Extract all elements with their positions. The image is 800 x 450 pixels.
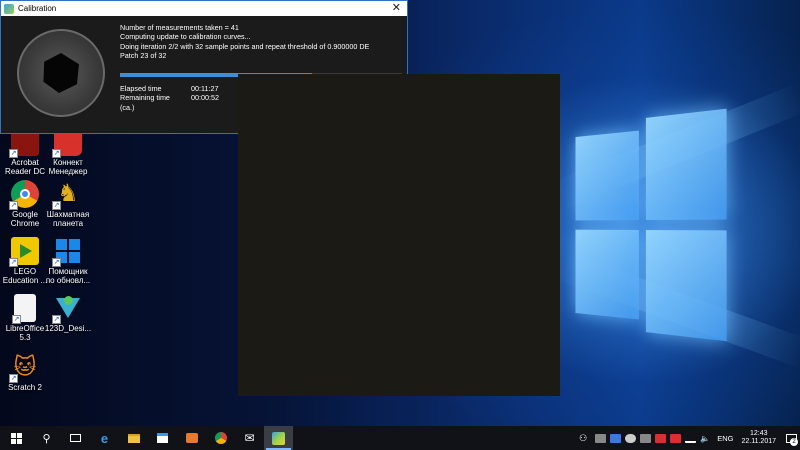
chrome-icon: [214, 432, 227, 444]
calibration-app-icon: [272, 431, 285, 445]
desktop-icon-label: планета: [52, 219, 84, 228]
language-indicator[interactable]: ENG: [717, 434, 733, 443]
desktop-icon-label: Менеджер: [48, 167, 88, 176]
remaining-label: Remaining time (ca.): [120, 93, 170, 112]
elapsed-value: 00:11:27: [191, 84, 219, 93]
window-titlebar[interactable]: Calibration ✕: [1, 1, 407, 16]
chrome-icon: ↗: [9, 180, 39, 210]
taskbar-mail[interactable]: ✉: [235, 426, 264, 450]
taskbar-calibration[interactable]: [264, 426, 293, 450]
desktop-icon-windows-update[interactable]: ↗ Помощник по обновл...: [43, 237, 93, 285]
task-view-icon: [70, 434, 81, 442]
remaining-value: 00:00:52: [191, 93, 219, 103]
measurement-patch-window: [238, 74, 560, 396]
desktop-icon-label: Помощник: [48, 267, 88, 276]
clock-date: 22.11.2017: [741, 438, 776, 445]
desktop-icon-label: 123D_Desi...: [44, 324, 92, 333]
cloud-icon[interactable]: [625, 433, 637, 443]
task-view-button[interactable]: [61, 426, 90, 450]
taskbar-file-explorer[interactable]: [119, 426, 148, 450]
status-measurements: Number of measurements taken = 41: [120, 23, 239, 32]
clock[interactable]: 12:43 22.11.2017: [741, 430, 776, 446]
window-title: Calibration: [18, 4, 57, 13]
volume-icon[interactable]: 🔈: [700, 434, 711, 443]
status-text-block: Number of measurements taken = 41 Comput…: [120, 23, 369, 61]
close-icon[interactable]: ✕: [392, 2, 401, 14]
elapsed-label: Elapsed time: [120, 84, 162, 93]
mail-icon: ✉: [244, 431, 255, 445]
taskbar-media-player[interactable]: [177, 426, 206, 450]
people-icon[interactable]: ⚇: [579, 433, 587, 444]
action-center-button[interactable]: 2: [782, 426, 800, 450]
bluetooth-icon[interactable]: [610, 433, 622, 443]
camera-aperture-icon: [17, 29, 105, 117]
search-icon: ⚲: [42, 432, 51, 445]
scratch-cat-icon: 🐱 ↗: [9, 354, 37, 383]
123d-design-icon: ↗: [52, 294, 82, 324]
desktop-icon-chess[interactable]: ♞ ↗ Шахматная планета: [43, 180, 93, 228]
calibration-app-icon: [4, 3, 14, 14]
system-tray: ⚇ 🔈 ENG 12:43 22.11.2017 2: [579, 426, 800, 450]
desktop-icon-123d-design[interactable]: ↗ 123D_Desi...: [43, 294, 93, 333]
start-button[interactable]: [0, 426, 32, 450]
lego-play-icon: ↗: [9, 237, 39, 267]
desktop-icon-label: по обновл...: [45, 276, 91, 285]
store-icon: [157, 433, 168, 443]
windows-wallpaper-logo: [575, 108, 727, 343]
desktop-icon-label: 5.3: [19, 333, 31, 342]
windows-logo-icon: ↗: [52, 237, 82, 267]
tray-app-icon[interactable]: [595, 433, 607, 443]
taskbar-edge[interactable]: e: [90, 426, 119, 450]
tray-app-icon[interactable]: [640, 433, 652, 443]
tray-red-app-icon[interactable]: [655, 433, 667, 443]
status-patch: Patch 23 of 32: [120, 51, 167, 61]
edge-icon: e: [100, 430, 109, 446]
desktop-icon-konnekt[interactable]: ↗ Коннект Менеджер: [43, 128, 93, 176]
chess-knight-icon: ♞ ↗: [52, 180, 79, 210]
desktop-icon-label: Коннект: [53, 158, 83, 167]
media-player-icon: [185, 433, 198, 443]
taskbar-chrome[interactable]: [206, 426, 235, 450]
notification-count-badge: 2: [790, 438, 798, 446]
tray-red-app-icon[interactable]: [670, 433, 682, 443]
clock-time: 12:43: [749, 430, 768, 437]
file-explorer-icon: [127, 433, 140, 443]
status-iteration: Doing iteration 2/2 with 32 sample point…: [120, 41, 370, 51]
status-computing: Computing update to calibration curves..…: [120, 32, 251, 42]
desktop-icon-label: Scratch 2: [8, 383, 42, 392]
timing-block: Elapsed time 00:11:27 Remaining time (ca…: [120, 84, 219, 112]
desktop-icon-scratch[interactable]: 🐱 ↗ Scratch 2: [0, 353, 50, 392]
taskbar: ⚲ e ✉ ⚇ 🔈 ENG 12:43 22.11.2017 2: [0, 426, 800, 450]
network-icon[interactable]: [685, 434, 697, 443]
desktop-icon-label: Шахматная: [46, 210, 90, 219]
windows-logo-icon: [10, 432, 22, 444]
libreoffice-document-icon: ↗: [12, 294, 36, 324]
taskbar-store[interactable]: [148, 426, 177, 450]
search-button[interactable]: ⚲: [32, 426, 61, 450]
